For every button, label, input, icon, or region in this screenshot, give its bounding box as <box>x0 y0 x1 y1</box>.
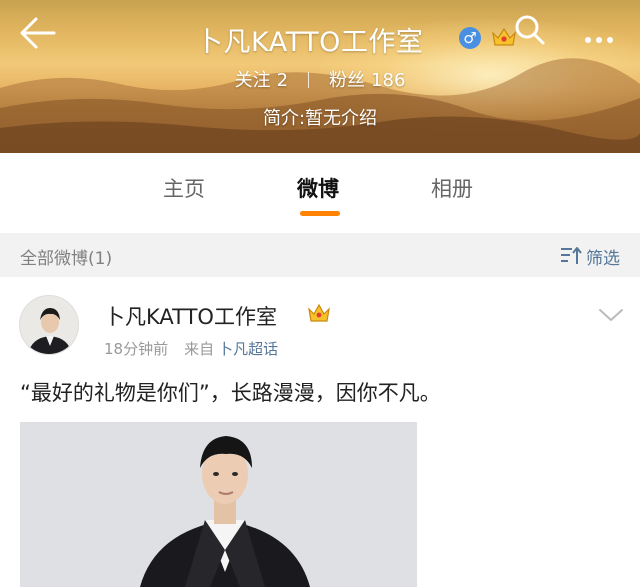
post-author-name[interactable]: 卜凡KATTO工作室 <box>104 301 277 331</box>
post-source-link[interactable]: 卜凡超话 <box>218 340 278 358</box>
filter-bar: 全部微博(1) 筛选 <box>0 233 640 277</box>
search-button[interactable] <box>512 12 548 48</box>
filter-label: 筛选 <box>586 249 620 269</box>
following-link[interactable]: 关注 2 <box>235 70 288 91</box>
post-time: 18分钟前 <box>104 340 169 358</box>
filter-icon <box>561 247 582 264</box>
profile-header-banner: 卜凡KATTO工作室 ♂ 关注 2 粉丝 186 简介:暂无介绍 <box>0 0 640 153</box>
post-source-prefix: 来自 <box>184 340 215 358</box>
followers-link[interactable]: 粉丝 186 <box>329 70 405 91</box>
profile-name: 卜凡KATTO工作室 <box>196 27 424 58</box>
back-arrow-icon <box>20 17 56 49</box>
avatar[interactable] <box>19 295 79 355</box>
following-label: 关注 <box>234 70 271 91</box>
tab-weibo[interactable]: 微博 <box>297 173 339 203</box>
all-posts-count: 全部微博(1) <box>20 249 113 269</box>
more-icon-dot <box>596 37 602 43</box>
post-image[interactable] <box>20 422 417 587</box>
male-icon: ♂ <box>459 27 481 49</box>
profile-intro: 简介:暂无介绍 <box>262 108 378 129</box>
avatar-portrait <box>20 296 78 354</box>
followers-label: 粉丝 <box>329 70 366 91</box>
following-count: 2 <box>276 70 289 91</box>
stats-divider <box>308 72 310 88</box>
back-button[interactable] <box>18 16 58 50</box>
post-photo-portrait <box>20 422 417 587</box>
more-icon-dot <box>607 37 613 43</box>
profile-tabs: 主页 微博 相册 <box>0 153 640 225</box>
active-tab-indicator <box>300 211 340 216</box>
followers-count: 186 <box>371 70 406 91</box>
more-options-button[interactable] <box>585 28 619 43</box>
tab-album[interactable]: 相册 <box>431 173 473 203</box>
profile-stats: 关注 2 粉丝 186 <box>0 66 640 92</box>
tab-home[interactable]: 主页 <box>163 173 205 203</box>
chevron-down-icon <box>599 309 623 321</box>
post-text: “最好的礼物是你们”，长路漫漫，因你不凡。 <box>20 381 441 405</box>
search-icon <box>515 15 545 45</box>
more-icon <box>585 37 591 43</box>
post-card: 卜凡KATTO工作室 18分钟前 来自 卜凡超话 “最好的礼物是你们”，长路漫漫，因… <box>0 277 640 587</box>
post-menu-button[interactable] <box>598 307 624 323</box>
vip-crown-icon <box>308 303 330 322</box>
post-meta: 18分钟前 来自 卜凡超话 <box>104 338 278 359</box>
